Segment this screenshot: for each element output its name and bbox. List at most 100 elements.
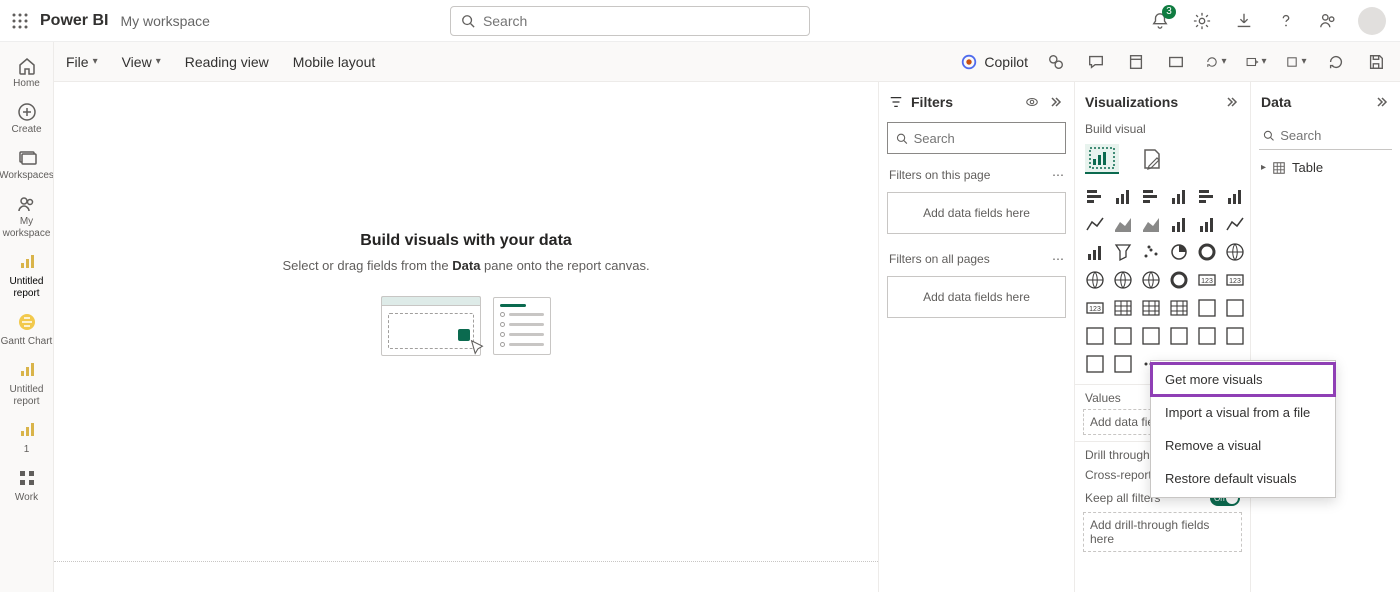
viz-type-clustered-bar[interactable] <box>1139 184 1163 208</box>
viz-type-kpi[interactable]: 123 <box>1083 296 1107 320</box>
account-manager-icon[interactable] <box>1316 9 1340 33</box>
viz-type-r-visual[interactable] <box>1195 296 1219 320</box>
viz-type-map[interactable] <box>1083 268 1107 292</box>
export-dropdown[interactable]: ▾ <box>1244 50 1268 74</box>
viz-type-arc-gis[interactable] <box>1111 352 1135 376</box>
viz-type-treemap[interactable] <box>1223 240 1247 264</box>
viz-type-filled-map[interactable] <box>1111 268 1135 292</box>
save-icon[interactable] <box>1364 50 1388 74</box>
workspace-name[interactable]: My workspace <box>120 13 209 29</box>
avatar[interactable] <box>1358 7 1386 35</box>
rail-untitled-report-2[interactable]: Untitled report <box>0 354 53 414</box>
viz-type-stacked-area[interactable] <box>1139 212 1163 236</box>
viz-type-table[interactable] <box>1139 296 1163 320</box>
viz-type-power-apps[interactable] <box>1223 324 1247 348</box>
filters-search-input[interactable] <box>914 131 1057 146</box>
menu-mobile-layout[interactable]: Mobile layout <box>293 54 376 70</box>
menu-remove-visual[interactable]: Remove a visual <box>1151 429 1335 462</box>
filters-search[interactable] <box>887 122 1066 154</box>
settings-icon[interactable] <box>1190 9 1214 33</box>
notifications-icon[interactable]: 3 <box>1148 9 1172 33</box>
viz-type-line-clustered-column[interactable] <box>1195 212 1219 236</box>
viz-type-py-visual[interactable] <box>1223 296 1247 320</box>
comment-icon[interactable] <box>1084 50 1108 74</box>
viz-type-gauge[interactable] <box>1167 268 1191 292</box>
chevron-down-icon: ▾ <box>93 56 98 67</box>
share-dropdown[interactable]: ▾ <box>1284 50 1308 74</box>
drill-fields-well[interactable]: Add drill-through fields here <box>1083 512 1242 552</box>
rail-one[interactable]: 1 <box>0 414 53 462</box>
svg-text:123: 123 <box>1229 278 1241 285</box>
explore-icon[interactable] <box>1044 50 1068 74</box>
menu-file[interactable]: File▾ <box>66 54 98 70</box>
menu-import-visual[interactable]: Import a visual from a file <box>1151 396 1335 429</box>
help-icon[interactable] <box>1274 9 1298 33</box>
rail-untitled-report[interactable]: Untitled report <box>0 246 53 306</box>
viz-type-funnel[interactable] <box>1111 240 1135 264</box>
viz-type-clustered-column[interactable] <box>1167 184 1191 208</box>
viz-type-hundred-bar[interactable] <box>1195 184 1219 208</box>
global-search[interactable] <box>450 6 810 36</box>
viz-type-smart-narrative[interactable] <box>1167 324 1191 348</box>
viz-type-key-influencers[interactable] <box>1083 324 1107 348</box>
menu-get-more-visuals[interactable]: Get more visuals <box>1151 363 1335 396</box>
viz-type-hundred-column[interactable] <box>1223 184 1247 208</box>
viz-type-stacked-bar[interactable] <box>1083 184 1107 208</box>
refresh-dropdown[interactable]: ▾ <box>1204 50 1228 74</box>
viz-type-line[interactable] <box>1083 212 1107 236</box>
global-search-input[interactable] <box>483 13 799 29</box>
rail-work[interactable]: Work <box>0 462 53 510</box>
menu-restore-visuals[interactable]: Restore default visuals <box>1151 462 1335 495</box>
table-icon <box>1272 161 1286 175</box>
viz-type-card[interactable]: 123 <box>1195 268 1219 292</box>
more-icon[interactable]: ⋯ <box>1052 168 1064 182</box>
viz-type-pie[interactable] <box>1167 240 1191 264</box>
format-visual-icon <box>1141 148 1163 170</box>
menu-view[interactable]: View▾ <box>122 54 161 70</box>
viz-type-donut[interactable] <box>1195 240 1219 264</box>
viz-tab-build[interactable] <box>1085 144 1119 174</box>
brand-title: Power BI <box>40 12 108 30</box>
rail-gantt-chart[interactable]: Gantt Chart <box>0 306 53 354</box>
chevron-right-icon: ▸ <box>1261 162 1266 173</box>
viz-type-stacked-column[interactable] <box>1111 184 1135 208</box>
data-table-item[interactable]: ▸ Table <box>1251 156 1400 179</box>
copilot-icon <box>960 53 978 71</box>
app-launcher-icon[interactable] <box>8 9 32 33</box>
viz-type-ribbon[interactable] <box>1223 212 1247 236</box>
viz-type-qna[interactable] <box>1139 324 1163 348</box>
rail-workspaces[interactable]: Workspaces <box>0 142 53 188</box>
rail-home[interactable]: Home <box>0 50 53 96</box>
visibility-icon[interactable] <box>1024 94 1040 110</box>
viz-type-matrix[interactable] <box>1167 296 1191 320</box>
report-canvas[interactable]: Build visuals with your data Select or d… <box>54 82 878 592</box>
viz-type-decomposition-tree[interactable] <box>1111 324 1135 348</box>
viz-type-area[interactable] <box>1111 212 1135 236</box>
filters-allpages-well[interactable]: Add data fields here <box>887 276 1066 318</box>
more-icon[interactable]: ⋯ <box>1052 252 1064 266</box>
viz-type-paginated[interactable] <box>1195 324 1219 348</box>
expand-pane-icon[interactable] <box>1048 94 1064 110</box>
viz-type-line-stacked-column[interactable] <box>1167 212 1191 236</box>
bookmark-icon[interactable] <box>1124 50 1148 74</box>
menu-reading-view[interactable]: Reading view <box>185 54 269 70</box>
viz-type-multi-row-card[interactable]: 123 <box>1223 268 1247 292</box>
view-icon[interactable] <box>1164 50 1188 74</box>
data-search-input[interactable] <box>1280 128 1388 143</box>
viz-type-slicer[interactable] <box>1111 296 1135 320</box>
expand-pane-icon[interactable] <box>1224 94 1240 110</box>
expand-pane-icon[interactable] <box>1374 94 1390 110</box>
viz-type-scatter[interactable] <box>1139 240 1163 264</box>
rail-create[interactable]: Create <box>0 96 53 142</box>
copilot-button[interactable]: Copilot <box>960 53 1028 71</box>
viz-tab-format[interactable] <box>1135 144 1169 174</box>
viz-subtitle: Build visual <box>1075 122 1250 140</box>
reset-icon[interactable] <box>1324 50 1348 74</box>
viz-type-power-automate[interactable] <box>1083 352 1107 376</box>
filters-page-well[interactable]: Add data fields here <box>887 192 1066 234</box>
rail-my-workspace[interactable]: My workspace <box>0 188 53 246</box>
viz-type-waterfall[interactable] <box>1083 240 1107 264</box>
viz-type-azure-map[interactable] <box>1139 268 1163 292</box>
data-search[interactable] <box>1259 122 1392 150</box>
download-icon[interactable] <box>1232 9 1256 33</box>
